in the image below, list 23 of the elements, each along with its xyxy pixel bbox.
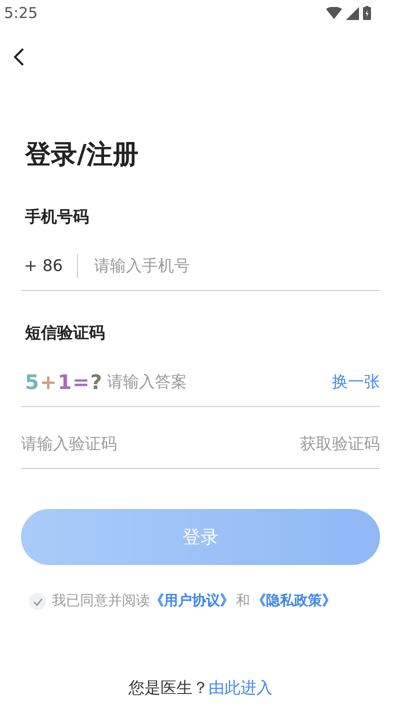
agreement-text: 我已同意并阅读 bbox=[52, 592, 150, 611]
doctor-question: 您是医生？ bbox=[128, 677, 208, 699]
privacy-policy-link[interactable]: 《隐私政策》 bbox=[252, 591, 336, 612]
code-input[interactable]: 请输入验证码 bbox=[21, 432, 300, 456]
doctor-entry-link[interactable]: 由此进入 bbox=[208, 676, 272, 700]
captcha-image[interactable]: 5+1=? bbox=[21, 366, 103, 396]
field-label: 短信验证码 bbox=[24, 322, 106, 344]
answer-input[interactable]: 请输入答案 bbox=[106, 370, 332, 394]
status-time: 5:25 bbox=[4, 2, 38, 24]
check-icon bbox=[32, 598, 42, 606]
phone-input[interactable]: 请输入手机号 bbox=[94, 254, 380, 278]
battery-icon bbox=[363, 6, 371, 20]
refresh-captcha-link[interactable]: 换一张 bbox=[332, 370, 380, 394]
page-title: 登录/注册 bbox=[25, 139, 140, 172]
and-text: 和 bbox=[236, 592, 250, 611]
wifi-icon bbox=[326, 7, 342, 19]
signal-icon bbox=[346, 6, 359, 20]
country-code[interactable]: + 86 bbox=[21, 254, 78, 278]
back-icon bbox=[12, 47, 26, 67]
field-label: 手机号码 bbox=[24, 206, 90, 228]
get-code-button[interactable]: 获取验证码 bbox=[300, 432, 380, 456]
user-agreement-link[interactable]: 《用户协议》 bbox=[150, 591, 234, 612]
agree-checkbox[interactable] bbox=[29, 593, 46, 610]
